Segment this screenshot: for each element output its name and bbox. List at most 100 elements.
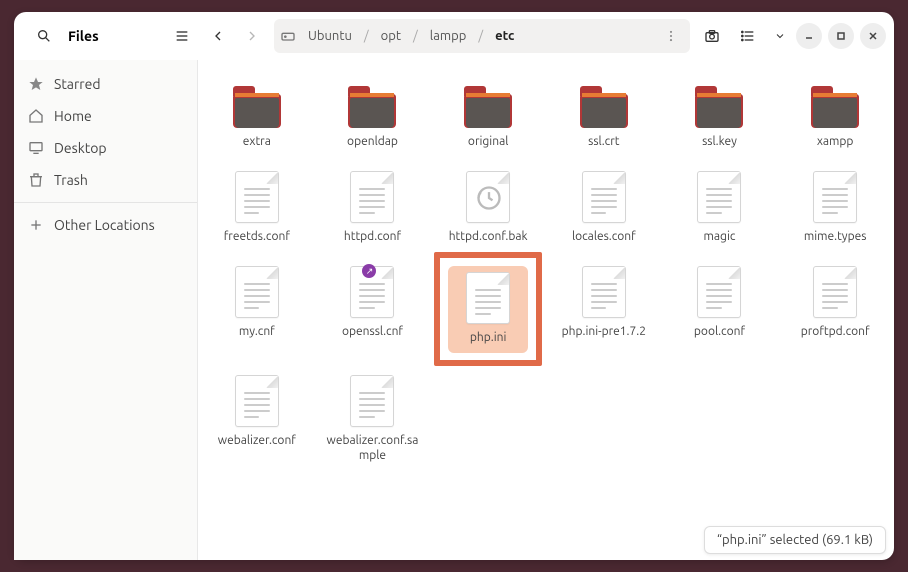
file-icon — [235, 266, 279, 318]
drive-icon — [280, 28, 296, 44]
view-mode-button[interactable] — [732, 20, 764, 52]
sidebar-item-desktop[interactable]: Desktop — [14, 132, 197, 164]
list-view-icon — [740, 28, 756, 44]
file-item[interactable]: proftpd.conf — [780, 260, 890, 357]
file-label: openssl.cnf — [342, 324, 403, 339]
file-label: pool.conf — [694, 324, 745, 339]
minimize-icon — [804, 31, 814, 41]
folder-item[interactable]: ssl.crt — [549, 78, 659, 153]
chevron-down-icon — [774, 30, 786, 42]
nav-forward-button[interactable] — [236, 20, 268, 52]
sidebar-item-label: Starred — [54, 76, 101, 92]
desktop-icon — [28, 140, 44, 156]
sidebar-item-label: Home — [54, 108, 92, 124]
file-label: locales.conf — [572, 229, 636, 244]
sidebar-item-label: Trash — [54, 172, 88, 188]
file-item[interactable]: pool.conf — [665, 260, 775, 357]
close-button[interactable] — [860, 23, 886, 49]
file-item[interactable]: php.ini — [433, 260, 543, 357]
hamburger-icon — [174, 28, 190, 44]
sidebar-item-label: Other Locations — [54, 217, 155, 233]
chevron-right-icon — [244, 28, 260, 44]
breadcrumb-menu-button[interactable] — [658, 23, 684, 49]
folder-icon — [462, 84, 514, 128]
file-item[interactable]: ↗openssl.cnf — [318, 260, 428, 357]
camera-icon — [704, 28, 720, 44]
file-icon — [582, 266, 626, 318]
sidebar: Starred Home Desktop Trash Other Locatio… — [14, 60, 198, 560]
search-button[interactable] — [28, 20, 60, 52]
maximize-icon — [836, 31, 846, 41]
file-item[interactable]: mime.types — [780, 165, 890, 248]
folder-item[interactable]: original — [433, 78, 543, 153]
view-options-button[interactable] — [770, 20, 790, 52]
star-icon — [28, 76, 44, 92]
breadcrumb-seg-2[interactable]: lampp — [422, 25, 475, 47]
content-area[interactable]: extra openldaporiginal ssl.crt ssl.key xampp… — [198, 60, 894, 560]
trash-icon — [28, 172, 44, 188]
file-icon — [697, 266, 741, 318]
file-icon — [466, 272, 510, 324]
breadcrumb-seg-3[interactable]: etc — [487, 25, 522, 47]
file-label: httpd.conf — [344, 229, 401, 244]
file-item[interactable]: freetds.conf — [202, 165, 312, 248]
folder-item[interactable]: extra — [202, 78, 312, 153]
sidebar-item-home[interactable]: Home — [14, 100, 197, 132]
breadcrumb-seg-0[interactable]: Ubuntu — [300, 25, 360, 47]
file-icon — [813, 171, 857, 223]
folder-item[interactable]: xampp — [780, 78, 890, 153]
file-icon — [350, 375, 394, 427]
file-label: webalizer.conf — [218, 433, 296, 448]
file-label: webalizer.conf.sample — [322, 433, 422, 463]
file-label: mime.types — [804, 229, 867, 244]
file-icon — [235, 171, 279, 223]
file-label: httpd.conf.bak — [449, 229, 528, 244]
folder-icon — [231, 84, 283, 128]
file-label: ssl.crt — [588, 134, 619, 149]
plus-icon — [28, 217, 44, 233]
path-separator: / — [478, 29, 483, 43]
file-item[interactable]: php.ini-pre1.7.2 — [549, 260, 659, 357]
file-item[interactable]: locales.conf — [549, 165, 659, 248]
kebab-icon — [664, 29, 678, 43]
maximize-button[interactable] — [828, 23, 854, 49]
nav-back-button[interactable] — [202, 20, 234, 52]
camera-button[interactable] — [696, 20, 728, 52]
close-icon — [868, 31, 878, 41]
breadcrumb-seg-1[interactable]: opt — [373, 25, 409, 47]
file-item[interactable]: webalizer.conf — [202, 369, 312, 467]
file-label: proftpd.conf — [801, 324, 870, 339]
search-icon — [36, 28, 52, 44]
sidebar-item-other-locations[interactable]: Other Locations — [14, 209, 197, 241]
path-separator: / — [364, 29, 369, 43]
folder-item[interactable]: ssl.key — [665, 78, 775, 153]
chevron-left-icon — [210, 28, 226, 44]
file-label: magic — [704, 229, 736, 244]
file-label: xampp — [817, 134, 854, 149]
icon-grid: extra openldaporiginal ssl.crt ssl.key xampp… — [202, 78, 890, 467]
file-label: my.cnf — [239, 324, 275, 339]
hamburger-menu-button[interactable] — [166, 20, 198, 52]
home-icon — [28, 108, 44, 124]
file-item[interactable]: my.cnf — [202, 260, 312, 357]
file-backup-icon — [466, 171, 510, 223]
file-label: freetds.conf — [224, 229, 290, 244]
path-separator: / — [413, 29, 418, 43]
sidebar-item-trash[interactable]: Trash — [14, 164, 197, 196]
header-bar: Files Ubuntu / opt / lampp — [14, 12, 894, 60]
app-title: Files — [68, 28, 99, 44]
file-icon — [813, 266, 857, 318]
path-breadcrumb[interactable]: Ubuntu / opt / lampp / etc — [274, 19, 690, 53]
file-item[interactable]: httpd.conf — [318, 165, 428, 248]
file-item[interactable]: magic — [665, 165, 775, 248]
sidebar-item-starred[interactable]: Starred — [14, 68, 197, 100]
status-bar: “php.ini” selected (69.1 kB) — [704, 526, 886, 554]
file-label: ssl.key — [702, 134, 737, 149]
folder-item[interactable]: openldap — [318, 78, 428, 153]
file-item[interactable]: webalizer.conf.sample — [318, 369, 428, 467]
file-label: php.ini — [470, 330, 507, 345]
file-item[interactable]: httpd.conf.bak — [433, 165, 543, 248]
folder-icon — [578, 84, 630, 128]
file-label: extra — [243, 134, 271, 149]
minimize-button[interactable] — [796, 23, 822, 49]
